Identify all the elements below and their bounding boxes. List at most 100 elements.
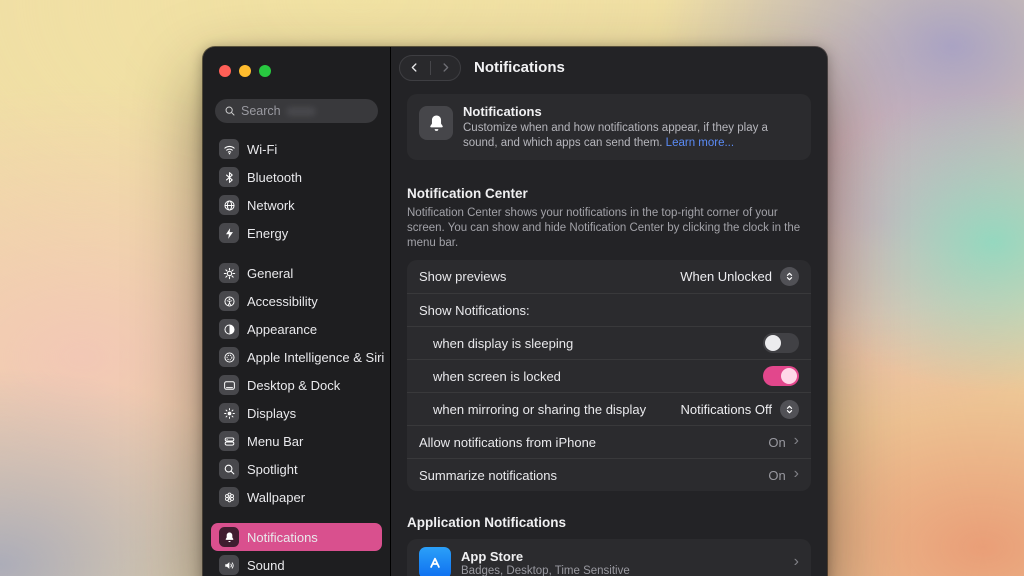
show-previews-value: When Unlocked (680, 269, 772, 284)
sidebar-item-label: Bluetooth (247, 170, 302, 185)
gear-icon (219, 263, 239, 283)
display-sleeping-row: when display is sleeping (407, 326, 811, 359)
sidebar-item-label: Notifications (247, 530, 318, 545)
chevron-right-icon: › (794, 466, 799, 482)
sidebar-item-apple-intelligence-siri[interactable]: Apple Intelligence & Siri (211, 343, 382, 371)
globe-icon (219, 195, 239, 215)
bell-icon (419, 106, 453, 140)
bolt-icon (219, 223, 239, 243)
forward-button[interactable] (431, 56, 461, 80)
minimize-window-button[interactable] (239, 65, 251, 77)
summarize-notifications-value: On (768, 468, 785, 483)
main-header: Notifications (391, 47, 827, 88)
sidebar: Search Wi-Fi Bluetooth Network Energy (203, 47, 391, 576)
chevron-up-down-icon (784, 271, 795, 282)
notification-center-group: Show previews When Unlocked Show Notific… (407, 260, 811, 491)
row-label: Show Notifications: (419, 303, 530, 318)
row-label: Show previews (419, 269, 506, 284)
sidebar-item-label: Wallpaper (247, 490, 305, 505)
row-label: when mirroring or sharing the display (433, 402, 646, 417)
show-notifications-row: Show Notifications: (407, 293, 811, 326)
sidebar-item-desktop-dock[interactable]: Desktop & Dock (211, 371, 382, 399)
app-text: App Store Badges, Desktop, Time Sensitiv… (461, 549, 784, 576)
show-previews-dropdown[interactable] (780, 267, 799, 286)
summarize-notifications-row[interactable]: Summarize notifications On › (407, 458, 811, 491)
sidebar-item-appearance[interactable]: Appearance (211, 315, 382, 343)
sidebar-item-wallpaper[interactable]: Wallpaper (211, 483, 382, 511)
chevron-right-icon (439, 61, 452, 74)
sidebar-item-wifi[interactable]: Wi-Fi (211, 135, 382, 163)
sidebar-item-spotlight[interactable]: Spotlight (211, 455, 382, 483)
chevron-right-icon: › (794, 554, 799, 570)
bell-icon (219, 527, 239, 547)
chevron-up-down-icon (784, 404, 795, 415)
hero-text: Notifications Customize when and how not… (463, 104, 799, 150)
iphone-notifications-row[interactable]: Allow notifications from iPhone On › (407, 425, 811, 458)
row-label: when screen is locked (433, 369, 561, 384)
row-label: Summarize notifications (419, 468, 557, 483)
row-label: when display is sleeping (433, 336, 573, 351)
mirroring-row: when mirroring or sharing the display No… (407, 392, 811, 425)
display-sleeping-toggle[interactable] (763, 333, 799, 353)
application-notifications-heading: Application Notifications (407, 515, 811, 530)
sun-icon (219, 403, 239, 423)
history-nav (399, 55, 461, 81)
screen-locked-row: when screen is locked (407, 359, 811, 392)
back-button[interactable] (400, 56, 430, 80)
sidebar-item-label: Spotlight (247, 462, 298, 477)
sidebar-item-energy[interactable]: Energy (211, 219, 382, 247)
mirroring-value: Notifications Off (680, 402, 772, 417)
search-placeholder: Search (241, 104, 281, 118)
sidebar-item-label: Apple Intelligence & Siri (247, 350, 384, 365)
sidebar-group-gap (211, 511, 382, 523)
wifi-icon (219, 139, 239, 159)
search-input[interactable]: Search (215, 99, 378, 123)
zoom-window-button[interactable] (259, 65, 271, 77)
sidebar-item-label: General (247, 266, 293, 281)
accessibility-icon (219, 291, 239, 311)
sidebar-item-sound[interactable]: Sound (211, 551, 382, 576)
screen-locked-toggle[interactable] (763, 366, 799, 386)
sidebar-item-general[interactable]: General (211, 259, 382, 287)
sidebar-item-label: Appearance (247, 322, 317, 337)
sidebar-item-notifications[interactable]: Notifications (211, 523, 382, 551)
main-panel: Notifications Notifications Customize wh… (391, 47, 827, 576)
chevron-right-icon: › (794, 433, 799, 449)
appearance-icon (219, 319, 239, 339)
close-window-button[interactable] (219, 65, 231, 77)
sidebar-item-label: Desktop & Dock (247, 378, 340, 393)
sidebar-item-accessibility[interactable]: Accessibility (211, 287, 382, 315)
sidebar-item-label: Accessibility (247, 294, 318, 309)
sidebar-item-displays[interactable]: Displays (211, 399, 382, 427)
redacted-blur (286, 107, 316, 116)
notification-center-heading: Notification Center (407, 186, 811, 201)
magnifier-icon (219, 459, 239, 479)
bluetooth-icon (219, 167, 239, 187)
siri-icon (219, 347, 239, 367)
notification-center-description: Notification Center shows your notificat… (407, 206, 807, 251)
dock-icon (219, 375, 239, 395)
mirroring-dropdown[interactable] (780, 400, 799, 419)
toggle-knob (781, 368, 797, 384)
chevron-left-icon (408, 61, 421, 74)
menu-bar-icon (219, 431, 239, 451)
search-icon (224, 105, 236, 117)
sidebar-nav: Wi-Fi Bluetooth Network Energy General (203, 135, 390, 576)
sidebar-item-label: Menu Bar (247, 434, 303, 449)
flower-icon (219, 487, 239, 507)
sidebar-item-network[interactable]: Network (211, 191, 382, 219)
sidebar-group-gap (211, 247, 382, 259)
learn-more-link[interactable]: Learn more... (666, 137, 734, 149)
sidebar-item-menu-bar[interactable]: Menu Bar (211, 427, 382, 455)
app-name: App Store (461, 549, 784, 564)
application-notifications-group: App Store Badges, Desktop, Time Sensitiv… (407, 539, 811, 576)
app-store-icon (419, 547, 451, 576)
sidebar-item-label: Sound (247, 558, 285, 573)
system-settings-window: Search Wi-Fi Bluetooth Network Energy (203, 47, 827, 576)
sidebar-item-bluetooth[interactable]: Bluetooth (211, 163, 382, 191)
toggle-knob (765, 335, 781, 351)
app-store-row[interactable]: App Store Badges, Desktop, Time Sensitiv… (407, 539, 811, 576)
sidebar-item-label: Displays (247, 406, 296, 421)
window-controls (203, 57, 390, 77)
app-detail: Badges, Desktop, Time Sensitive (461, 565, 784, 576)
